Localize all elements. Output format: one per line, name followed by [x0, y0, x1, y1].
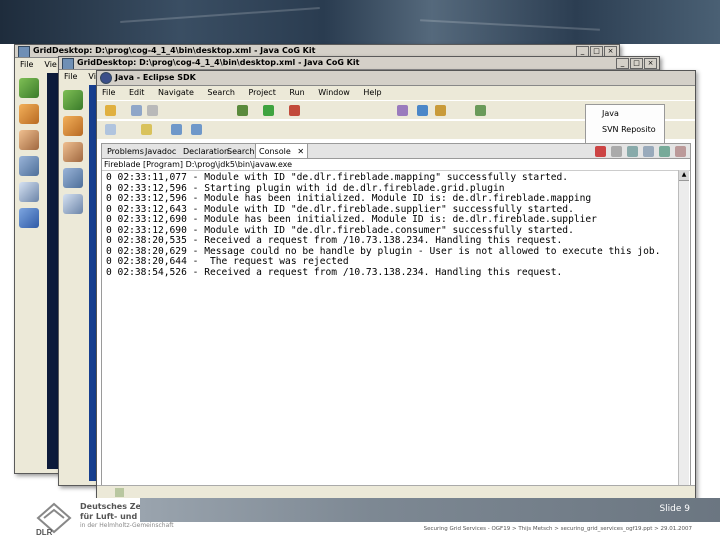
eclipse-menu-bar: File Edit Navigate Search Project Run Wi…	[97, 86, 695, 100]
monitor-icon[interactable]	[19, 78, 39, 98]
document-icon[interactable]	[63, 194, 83, 214]
tab-javadoc[interactable]: Javadoc	[142, 144, 179, 159]
scroll-lock-icon[interactable]	[643, 146, 654, 157]
perspective-svn[interactable]: SVN Reposito	[602, 125, 656, 134]
console-line: 0 02:33:11,077 - Module with ID "de.dlr.…	[106, 172, 569, 183]
pin-console-icon[interactable]	[659, 146, 670, 157]
menu-project[interactable]: Project	[248, 88, 275, 97]
new-icon[interactable]	[105, 105, 116, 116]
menu-file[interactable]: File	[64, 72, 77, 81]
minimize-button[interactable]: _	[616, 58, 629, 69]
eclipse-icon	[100, 72, 112, 84]
network-icon[interactable]	[19, 208, 39, 228]
console-scrollbar[interactable]: ▲	[678, 170, 689, 485]
perspective-switcher: Java SVN Reposito	[585, 104, 665, 146]
clear-console-icon[interactable]	[627, 146, 638, 157]
console-line: 0 02:38:20,644 - The request was rejecte…	[106, 256, 349, 267]
menu-help[interactable]: Help	[363, 88, 381, 97]
users-icon[interactable]	[19, 104, 39, 124]
display-console-icon[interactable]	[675, 146, 686, 157]
search-icon[interactable]	[435, 105, 446, 116]
slide-footer: DLR Deutsches Zentrum für Luft- und Raum…	[0, 498, 720, 540]
close-icon[interactable]: ✕	[297, 147, 304, 156]
print-icon[interactable]	[147, 105, 158, 116]
annotation-icon[interactable]	[141, 124, 152, 135]
close-button[interactable]: ×	[644, 58, 657, 69]
status-icon	[115, 488, 124, 497]
console-line: 0 02:38:54,526 - Received a request from…	[106, 266, 563, 278]
header-banner	[0, 0, 720, 44]
footer-bar: Slide 9	[140, 498, 720, 522]
eclipse-title: Java - Eclipse SDK	[115, 73, 196, 82]
eclipse-window: Java - Eclipse SDK File Edit Navigate Se…	[96, 70, 696, 501]
slide-number: Slide 9	[659, 504, 690, 514]
menu-file[interactable]: File	[102, 88, 115, 97]
menu-view[interactable]: Vie	[44, 60, 56, 69]
maximize-button[interactable]: □	[630, 58, 643, 69]
tab-search[interactable]: Search	[224, 144, 257, 159]
menu-edit[interactable]: Edit	[129, 88, 145, 97]
menu-search[interactable]: Search	[207, 88, 234, 97]
tools-icon[interactable]	[19, 156, 39, 176]
menu-navigate[interactable]: Navigate	[158, 88, 194, 97]
tab-problems[interactable]: Problems	[104, 144, 147, 159]
monitor-icon[interactable]	[63, 90, 83, 110]
footer-caption: Securing Grid Services - OGF19 > Thijs M…	[423, 526, 692, 532]
tab-console[interactable]: Console ✕	[255, 144, 309, 159]
console-line: 0 02:33:12,596 - Module has been initial…	[106, 193, 592, 204]
window-title: GridDesktop: D:\prog\cog-4_1_4\bin\deskt…	[77, 58, 360, 67]
terminate-icon[interactable]	[595, 146, 606, 157]
save-icon[interactable]	[131, 105, 142, 116]
remove-launch-icon[interactable]	[611, 146, 622, 157]
perspective-java[interactable]: Java	[602, 109, 619, 118]
app-icon	[18, 46, 30, 57]
desktop-icons	[17, 75, 43, 234]
eclipse-titlebar[interactable]: Java - Eclipse SDK	[97, 71, 695, 86]
open-perspective-icon[interactable]	[475, 105, 486, 116]
document-icon[interactable]	[19, 182, 39, 202]
user-icon[interactable]	[63, 142, 83, 162]
desktop-icons	[61, 87, 87, 220]
run-icon[interactable]	[263, 105, 274, 116]
console-view[interactable]: Fireblade [Program] D:\prog\jdk5\bin\jav…	[101, 158, 691, 486]
new-java-project-icon[interactable]	[397, 105, 408, 116]
menu-run[interactable]: Run	[289, 88, 304, 97]
console-line: 0 02:33:12,690 - Module has been initial…	[106, 214, 597, 225]
debug-icon[interactable]	[237, 105, 248, 116]
app-icon	[62, 58, 74, 69]
console-output: 0 02:33:11,077 - Module with ID "de.dlr.…	[106, 172, 661, 278]
logo-text: DLR	[36, 528, 53, 536]
menu-file[interactable]: File	[20, 60, 33, 69]
link-icon[interactable]	[105, 124, 116, 135]
menu-window[interactable]: Window	[318, 88, 350, 97]
external-tools-icon[interactable]	[289, 105, 300, 116]
console-header: Fireblade [Program] D:\prog\jdk5\bin\jav…	[102, 159, 690, 171]
user-icon[interactable]	[19, 130, 39, 150]
org-line-3: in der Helmholtz-Gemeinschaft	[80, 522, 174, 529]
scroll-up-icon[interactable]: ▲	[679, 170, 689, 181]
tools-icon[interactable]	[63, 168, 83, 188]
open-type-icon[interactable]	[417, 105, 428, 116]
console-toolbar	[595, 146, 686, 157]
forward-icon[interactable]	[191, 124, 202, 135]
back-icon[interactable]	[171, 124, 182, 135]
window-titlebar[interactable]: GridDesktop: D:\prog\cog-4_1_4\bin\deskt…	[59, 57, 659, 70]
users-icon[interactable]	[63, 116, 83, 136]
dlr-logo: DLR	[36, 502, 72, 536]
console-tab-label: Console	[259, 147, 291, 156]
console-line: 0 02:38:20,535 - Received a request from…	[106, 235, 563, 246]
